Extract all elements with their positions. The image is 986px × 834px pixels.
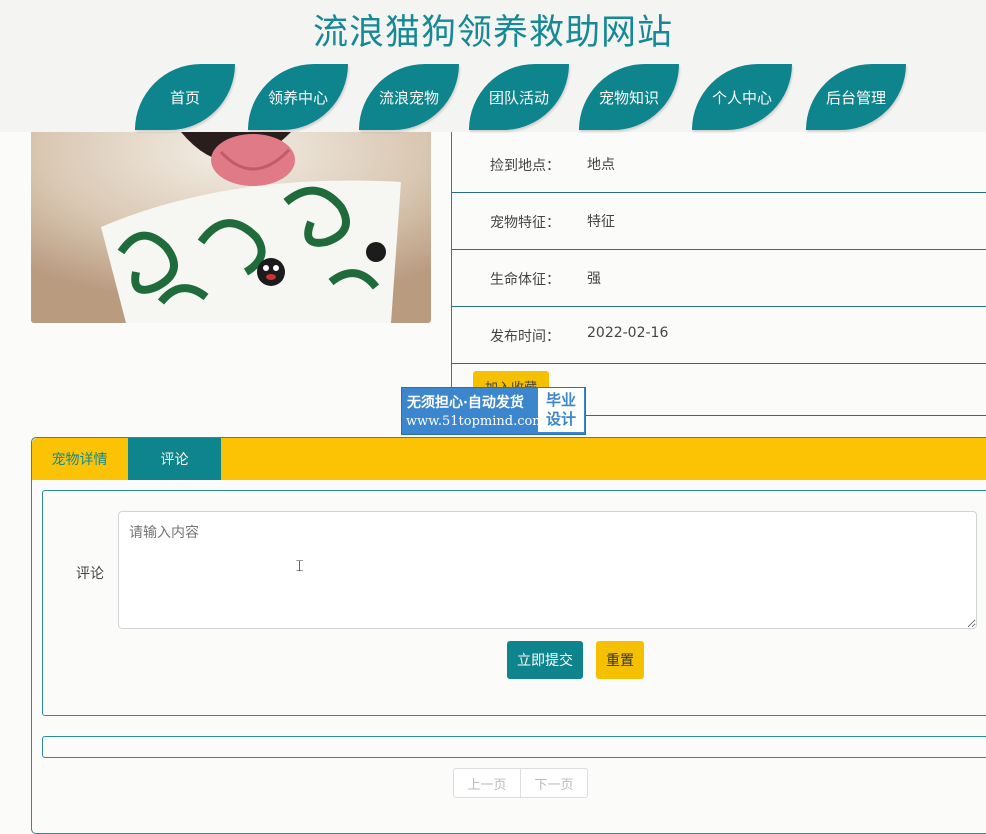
pet-photo — [31, 132, 431, 323]
nav-team-activities[interactable]: 团队活动 — [469, 64, 569, 130]
detail-label: 捡到地点： — [490, 158, 560, 174]
site-header: 流浪猫狗领养救助网站 首页 领养中心 流浪宠物 团队活动 宠物知识 个人中心 后… — [0, 0, 986, 132]
detail-row-publish-time: 发布时间： 2022-02-16 — [452, 307, 986, 364]
detail-value: 特征 — [587, 214, 615, 230]
nav-home[interactable]: 首页 — [135, 64, 235, 130]
next-page-button[interactable]: 下一页 — [520, 769, 587, 797]
detail-row-vitals: 生命体征： 强 — [452, 250, 986, 307]
detail-label: 宠物特征： — [490, 215, 560, 231]
comment-list — [42, 736, 986, 758]
comment-form: 评论 立即提交 重置 — [42, 490, 986, 716]
dog-with-bandana-image — [31, 132, 431, 323]
watermark-box-line2: 设计 — [545, 410, 576, 428]
detail-label: 发布时间： — [490, 329, 560, 345]
nav-personal-center[interactable]: 个人中心 — [692, 64, 792, 130]
tabs-panel: 宠物详情 评论 评论 立即提交 重置 上一页 下一页 — [31, 437, 986, 834]
pet-detail-table: 捡到地点： 地点 宠物特征： 特征 生命体征： 强 发布时间： 2022-02-… — [451, 132, 986, 416]
tab-pet-details[interactable]: 宠物详情 — [32, 438, 127, 480]
pagination: 上一页 下一页 — [453, 768, 588, 798]
site-title: 流浪猫狗领养救助网站 — [312, 13, 673, 53]
watermark-line2: www.51topmind.com — [406, 414, 545, 429]
detail-row-location: 捡到地点： 地点 — [452, 136, 986, 193]
text-cursor-icon: 𝙸 — [294, 556, 306, 575]
submit-button[interactable]: 立即提交 — [507, 641, 583, 679]
tab-bar: 宠物详情 评论 — [32, 438, 986, 480]
watermark-line1: 无须担心·自动发货 — [407, 395, 524, 411]
watermark-box-line1: 毕业 — [545, 391, 576, 409]
tab-comments[interactable]: 评论 — [128, 438, 221, 480]
comment-textarea[interactable] — [118, 511, 977, 629]
watermark-box: 毕业 设计 — [538, 388, 584, 432]
nav-admin[interactable]: 后台管理 — [806, 64, 906, 130]
detail-value: 2022-02-16 — [587, 325, 669, 341]
watermark-badge: 无须担心·自动发货 www.51topmind.com 毕业 设计 — [401, 387, 586, 435]
detail-label: 生命体征： — [490, 272, 560, 288]
detail-value: 强 — [587, 271, 601, 287]
detail-row-features: 宠物特征： 特征 — [452, 193, 986, 250]
nav-adoption-center[interactable]: 领养中心 — [248, 64, 348, 130]
comment-label: 评论 — [76, 566, 104, 582]
nav-pet-knowledge[interactable]: 宠物知识 — [579, 64, 679, 130]
detail-value: 地点 — [587, 157, 615, 173]
nav-stray-pets[interactable]: 流浪宠物 — [359, 64, 459, 130]
reset-button[interactable]: 重置 — [596, 641, 644, 679]
prev-page-button[interactable]: 上一页 — [454, 769, 520, 797]
